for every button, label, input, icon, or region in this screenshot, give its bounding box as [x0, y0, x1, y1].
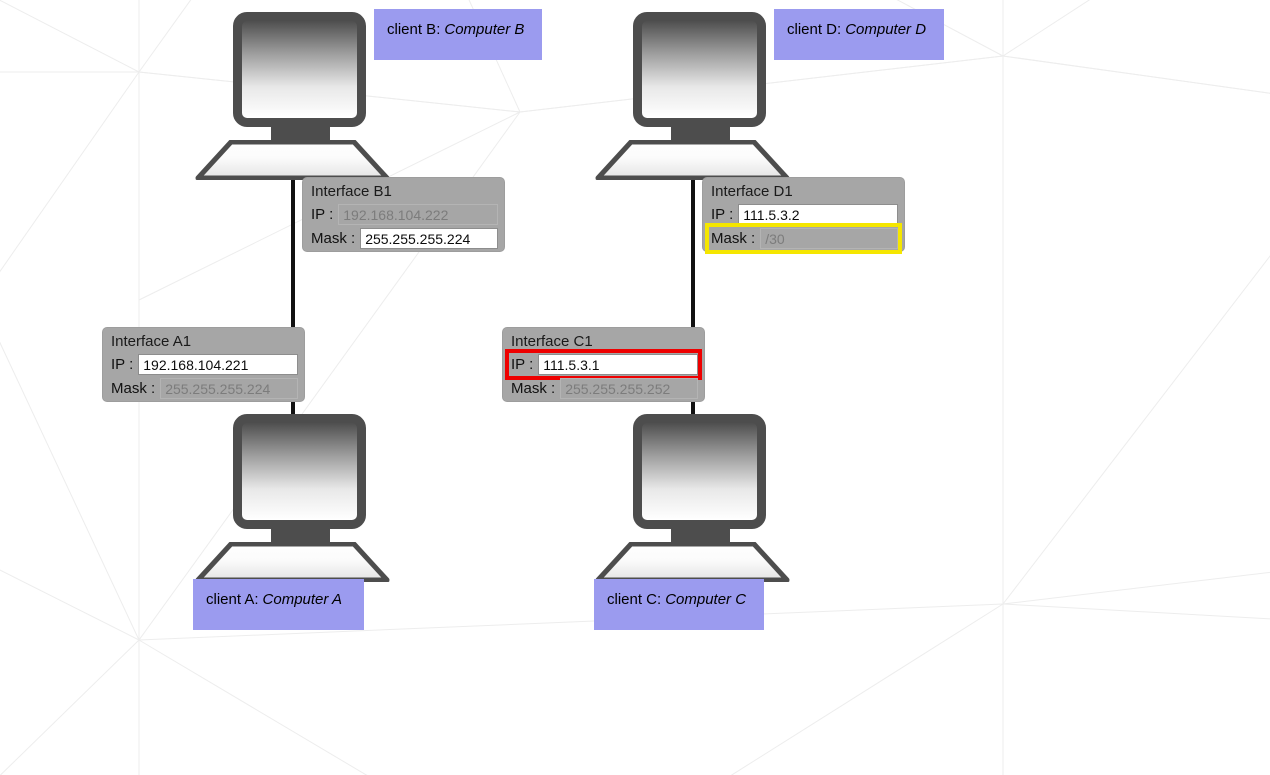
client-label-A[interactable]: client A: Computer A: [193, 579, 364, 630]
keyboard-outline-icon: [195, 140, 390, 180]
client-label-D[interactable]: client D: Computer D: [774, 9, 944, 60]
interface-title: Interface A1: [111, 333, 192, 350]
interface-panel-C1[interactable]: Interface C1 IP : 111.5.3.1 Mask : 255.2…: [503, 328, 704, 401]
client-label-machine: Computer C: [665, 591, 747, 608]
interface-title: Interface B1: [311, 183, 392, 200]
monitor-screen-icon: [633, 414, 766, 529]
keyboard-outline-icon: [595, 542, 790, 582]
interface-panel-A1[interactable]: Interface A1 IP : 192.168.104.221 Mask :…: [103, 328, 304, 401]
monitor-screen-icon: [633, 12, 766, 127]
interface-panel-B1[interactable]: Interface B1 IP : 192.168.104.222 Mask :…: [303, 178, 504, 251]
mask-label: Mask :: [511, 379, 556, 397]
ip-input[interactable]: 111.5.3.2: [738, 204, 898, 225]
mask-label: Mask :: [111, 379, 156, 397]
interface-ip-row-error[interactable]: IP : 111.5.3.1: [505, 349, 702, 380]
client-label-B[interactable]: client B: Computer B: [374, 9, 542, 60]
client-label-machine: Computer B: [444, 21, 525, 38]
ip-label: IP :: [511, 355, 534, 373]
client-label-role: client B:: [387, 21, 441, 38]
interface-panel-D1[interactable]: Interface D1 IP : 111.5.3.2 Mask : /30: [703, 178, 904, 254]
mask-label: Mask :: [311, 229, 356, 247]
interface-mask-row[interactable]: Mask : 255.255.255.224: [109, 377, 298, 400]
ip-label: IP :: [311, 205, 334, 223]
mask-label: Mask :: [711, 229, 756, 247]
interface-mask-row[interactable]: Mask : 255.255.255.252: [509, 377, 698, 400]
client-label-role: client A:: [206, 591, 259, 608]
interface-title: Interface C1: [511, 333, 593, 350]
interface-mask-row-warning[interactable]: Mask : /30: [705, 223, 902, 254]
computer-icon-B[interactable]: [195, 10, 395, 180]
keyboard-outline-icon: [595, 140, 790, 180]
computer-icon-A[interactable]: [195, 412, 395, 582]
ip-input[interactable]: 192.168.104.222: [338, 204, 498, 225]
ip-input[interactable]: 111.5.3.1: [538, 354, 698, 375]
keyboard-outline-icon: [195, 542, 390, 582]
client-label-C[interactable]: client C: Computer C: [594, 579, 764, 630]
client-label-machine: Computer D: [845, 21, 927, 38]
network-diagram-canvas: client B: Computer B client D: Computer D …: [0, 0, 1270, 775]
mask-input[interactable]: /30: [760, 228, 898, 249]
interface-title: Interface D1: [711, 183, 793, 200]
monitor-screen-icon: [233, 12, 366, 127]
computer-icon-D[interactable]: [595, 10, 795, 180]
interface-mask-row[interactable]: Mask : 255.255.255.224: [309, 227, 498, 250]
client-label-role: client C:: [607, 591, 662, 608]
interface-ip-row[interactable]: IP : 192.168.104.222: [309, 203, 498, 226]
mask-input[interactable]: 255.255.255.224: [360, 228, 498, 249]
monitor-screen-icon: [233, 414, 366, 529]
ip-input[interactable]: 192.168.104.221: [138, 354, 298, 375]
mask-input[interactable]: 255.255.255.252: [560, 378, 698, 399]
ip-label: IP :: [111, 355, 134, 373]
client-label-machine: Computer A: [262, 591, 343, 608]
ip-label: IP :: [711, 205, 734, 223]
interface-ip-row[interactable]: IP : 111.5.3.2: [709, 203, 898, 226]
mask-input[interactable]: 255.255.255.224: [160, 378, 298, 399]
client-label-role: client D:: [787, 21, 842, 38]
interface-ip-row[interactable]: IP : 192.168.104.221: [109, 353, 298, 376]
computer-icon-C[interactable]: [595, 412, 795, 582]
